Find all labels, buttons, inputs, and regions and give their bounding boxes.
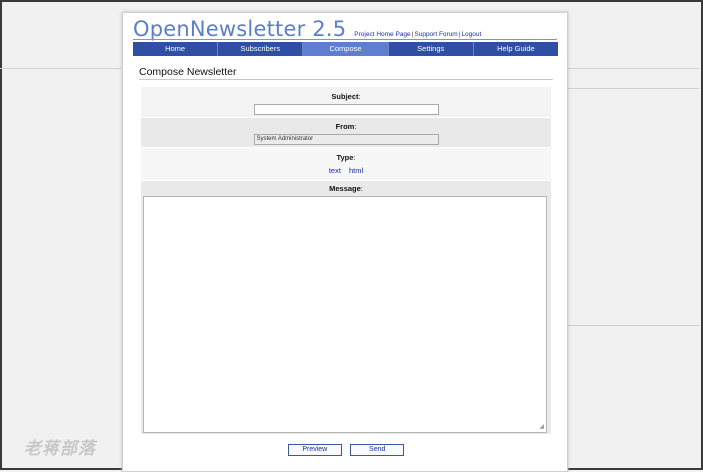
subject-label: Subject: [331, 92, 361, 101]
watermark: 老蒋部落 [24, 439, 96, 459]
resize-grip-icon[interactable]: ◢ [539, 423, 544, 430]
title-divider [139, 79, 553, 80]
top-links: Project Home Page|Support Forum|Logout [354, 31, 482, 38]
nav-subscribers[interactable]: Subscribers [218, 42, 304, 56]
type-row: Type: text html [141, 148, 551, 180]
nav-settings[interactable]: Settings [389, 42, 474, 56]
app-page: OpenNewsletter 2.5 Project Home Page|Sup… [122, 12, 568, 472]
header-divider [133, 39, 557, 40]
from-label: From: [335, 122, 357, 131]
from-row: From: [141, 118, 551, 147]
action-buttons: Preview Send [141, 438, 551, 456]
background-rule [567, 88, 699, 89]
message-label: Message: [329, 184, 363, 193]
type-html-link[interactable]: html [349, 166, 363, 175]
type-label: Type: [336, 153, 356, 162]
type-text-link[interactable]: text [329, 166, 341, 175]
app-logo: OpenNewsletter 2.5 [133, 17, 347, 41]
project-home-link[interactable]: Project Home Page [354, 31, 410, 38]
support-forum-link[interactable]: Support Forum [414, 31, 457, 38]
page-title: Compose Newsletter [139, 66, 237, 78]
nav-home[interactable]: Home [133, 42, 219, 56]
nav-compose[interactable]: Compose [303, 42, 389, 56]
send-button[interactable]: Send [350, 444, 405, 456]
from-field [253, 134, 439, 145]
background-rule [567, 325, 699, 326]
type-options: text html [141, 166, 551, 175]
subject-input[interactable] [253, 104, 439, 115]
logout-link[interactable]: Logout [461, 31, 481, 38]
subject-row: Subject: [141, 87, 551, 117]
main-nav: Home Subscribers Compose Settings Help G… [133, 42, 558, 56]
nav-help-guide[interactable]: Help Guide [474, 42, 558, 56]
background-rule [0, 68, 122, 69]
background-rule [567, 68, 699, 69]
message-textarea[interactable]: ◢ [143, 196, 547, 433]
preview-button[interactable]: Preview [287, 444, 342, 456]
